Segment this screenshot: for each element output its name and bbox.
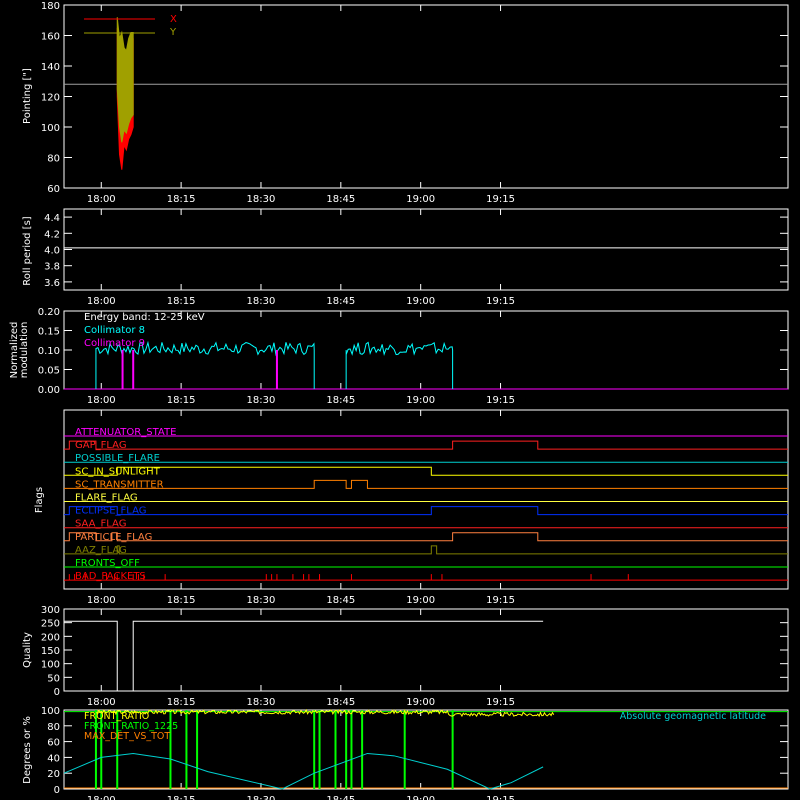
- y-tick-label: 80: [47, 154, 60, 165]
- y-tick-label: 0: [54, 687, 60, 698]
- ylabel-modulation: Normalizedmodulation: [9, 322, 30, 379]
- x-tick-label: 18:15: [167, 697, 196, 708]
- legend-geomag-lat: Absolute geomagnetic latitude: [620, 711, 766, 722]
- y-tick-label: 3.8: [44, 262, 60, 273]
- x-tick-label: 19:00: [406, 296, 435, 307]
- y-tick-label: 20: [47, 769, 60, 780]
- ylabel-latitude: Degrees or %: [22, 716, 33, 784]
- x-tick-label: 18:30: [247, 194, 276, 205]
- x-tick-label: 18:00: [87, 395, 116, 406]
- y-tick-label: 0.20: [38, 307, 60, 318]
- x-tick-label: 18:00: [87, 697, 116, 708]
- y-tick-label: 120: [41, 93, 60, 104]
- x-tick-label: 18:45: [326, 595, 355, 606]
- y-tick-label: 50: [47, 673, 60, 684]
- y-tick-label: 4.4: [44, 213, 60, 224]
- y-tick-label: 100: [41, 660, 60, 671]
- x-tick-label: 19:15: [486, 194, 515, 205]
- x-tick-label: 18:30: [247, 795, 276, 800]
- ylabel-pointing: Pointing ["]: [22, 68, 33, 124]
- x-tick-label: 19:15: [486, 395, 515, 406]
- y-tick-label: 100: [41, 123, 60, 134]
- y-tick-label: 60: [47, 738, 60, 749]
- y-tick-label: 40: [47, 753, 60, 764]
- y-tick-label: 4.2: [44, 229, 60, 240]
- y-tick-label: 80: [47, 722, 60, 733]
- energy-band-label: Energy band: 12-25 keV: [84, 312, 205, 323]
- x-tick-label: 18:00: [87, 595, 116, 606]
- x-tick-label: 18:30: [247, 395, 276, 406]
- x-tick-label: 19:00: [406, 395, 435, 406]
- x-tick-label: 18:45: [326, 395, 355, 406]
- y-tick-label: 3.6: [44, 278, 60, 289]
- x-tick-label: 19:00: [406, 697, 435, 708]
- y-tick-label: 160: [41, 32, 60, 43]
- y-tick-label: 0.05: [38, 366, 60, 377]
- x-tick-label: 18:30: [247, 296, 276, 307]
- y-tick-label: 0.10: [38, 346, 60, 357]
- y-tick-label: 180: [41, 1, 60, 12]
- x-tick-label: 18:15: [167, 795, 196, 800]
- x-tick-label: 18:45: [326, 697, 355, 708]
- x-tick-label: 19:15: [486, 595, 515, 606]
- ylabel-roll: Roll period [s]: [22, 216, 33, 285]
- x-tick-label: 18:45: [326, 194, 355, 205]
- y-tick-label: 140: [41, 62, 60, 73]
- x-tick-label: 19:00: [406, 194, 435, 205]
- y-tick-label: 60: [47, 184, 60, 195]
- x-tick-label: 18:00: [87, 296, 116, 307]
- x-tick-label: 18:00: [87, 795, 116, 800]
- ylabel-flags: Flags: [34, 487, 45, 513]
- ylabel-quality: Quality: [22, 632, 33, 668]
- x-tick-label: 18:15: [167, 395, 196, 406]
- x-tick-label: 19:15: [486, 795, 515, 800]
- y-tick-label: 4.0: [44, 246, 60, 257]
- x-tick-label: 18:00: [87, 194, 116, 205]
- y-tick-label: 0: [54, 785, 60, 796]
- x-tick-label: 18:30: [247, 697, 276, 708]
- legend-x-label: X: [170, 14, 177, 25]
- y-tick-label: 200: [41, 632, 60, 643]
- x-tick-label: 19:00: [406, 595, 435, 606]
- figure: Pointing ["] 60 80 100 120 140 160 180 18:00 18…: [0, 0, 800, 800]
- legend-collimator9: Collimator 9: [84, 338, 145, 349]
- y-tick-label: 150: [41, 646, 60, 657]
- x-tick-label: 18:45: [326, 795, 355, 800]
- y-tick-label: 300: [41, 605, 60, 616]
- x-tick-label: 18:15: [167, 296, 196, 307]
- y-tick-label: 0.15: [38, 327, 60, 338]
- legend-max-det: MAX_DET_VS_TOT: [84, 731, 170, 742]
- y-tick-label: 100: [41, 706, 60, 717]
- x-tick-label: 18:45: [326, 296, 355, 307]
- x-tick-label: 18:15: [167, 194, 196, 205]
- legend-y-label: Y: [169, 27, 177, 38]
- x-tick-label: 18:15: [167, 595, 196, 606]
- y-tick-label: 0.00: [38, 385, 60, 396]
- y-tick-label: 250: [41, 619, 60, 630]
- x-tick-label: 19:15: [486, 697, 515, 708]
- legend-collimator8: Collimator 8: [84, 325, 145, 336]
- x-tick-label: 19:15: [486, 296, 515, 307]
- x-tick-label: 18:30: [247, 595, 276, 606]
- x-tick-label: 19:00: [406, 795, 435, 800]
